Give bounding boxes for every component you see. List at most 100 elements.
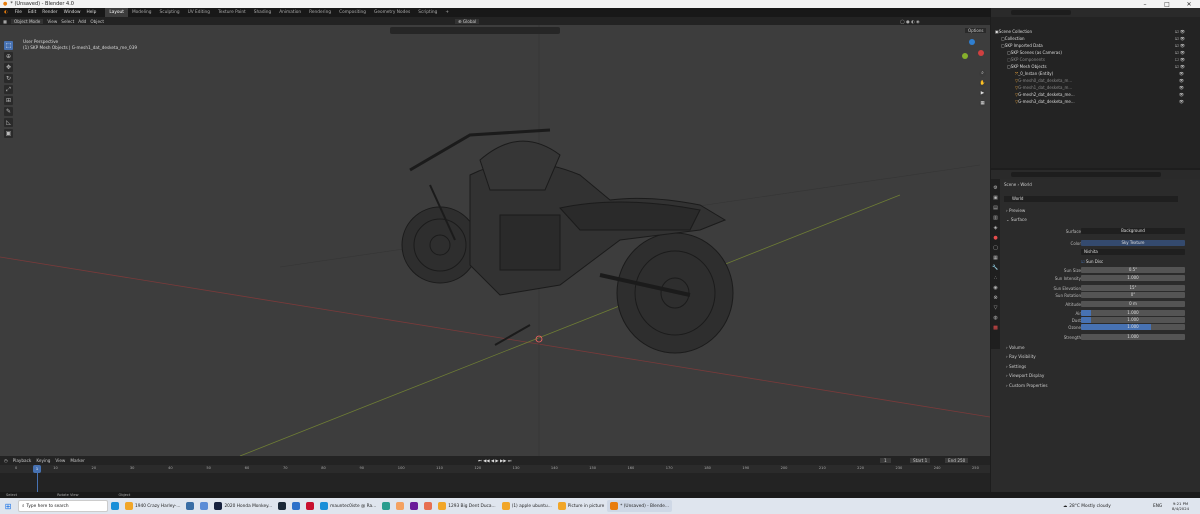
menu-add[interactable]: Add — [78, 19, 86, 24]
add-workspace-button[interactable]: + — [441, 8, 453, 17]
breadcrumb-world[interactable]: World — [1020, 182, 1031, 187]
world-tab-icon[interactable]: ● — [991, 233, 1000, 243]
sun-intensity-field[interactable]: 1.000 — [1081, 275, 1185, 281]
photos-icon[interactable] — [197, 500, 211, 512]
object-tab-icon[interactable]: ▦ — [991, 253, 1000, 263]
start-button[interactable]: ⊞ — [0, 500, 16, 512]
modifier-tab-icon[interactable]: 🔧 — [991, 263, 1000, 273]
scale-tool-icon[interactable]: ⤢ — [4, 85, 13, 94]
navigation-gizmo[interactable] — [962, 39, 986, 63]
surface-section[interactable]: ⌄ Surface — [1006, 217, 1027, 222]
outliner-row[interactable]: ▢ SKP Components — [991, 56, 1200, 63]
particles-tab-icon[interactable]: ∴ — [991, 273, 1000, 283]
visibility-toggles[interactable]: ☑ 👁 ☑ 👁 ☑ 👁 ☑ 👁 ☐ 👁 ☑ 👁 👁 👁 👁 👁 👁 — [1175, 28, 1185, 105]
taskbar-app-active[interactable]: * (Unsaved) - Blende... — [607, 500, 673, 512]
tab-uv-editing[interactable]: UV Editing — [184, 8, 214, 17]
taskbar-app[interactable]: mauntec0iste @ Ra... — [317, 500, 379, 512]
output-tab-icon[interactable]: ▤ — [991, 203, 1000, 213]
custom-properties-section[interactable]: › Custom Properties — [1006, 383, 1048, 388]
frame-ruler[interactable]: 0 10 20 30 40 50 60 70 80 90 100 110 120 130 140 150 160… — [0, 465, 990, 473]
sun-disc-checkbox[interactable]: ☑ Sun Disc — [1081, 259, 1103, 264]
material-tab-icon[interactable]: ◍ — [991, 313, 1000, 323]
viewport-shading-icons[interactable]: ◯ ● ◐ ◉ — [900, 19, 920, 24]
sun-elevation-field[interactable]: 15° — [1081, 285, 1185, 291]
current-frame-field[interactable]: 1 — [880, 458, 891, 463]
tab-geometry-nodes[interactable]: Geometry Nodes — [370, 8, 414, 17]
weather-widget[interactable]: ☁ 28°C Mostly cloudy — [1060, 500, 1114, 512]
rotate-tool-icon[interactable]: ↻ — [4, 74, 13, 83]
editor-type-icon[interactable]: ◷ — [4, 458, 8, 463]
close-button[interactable]: ✕ — [1178, 0, 1200, 8]
outliner-row[interactable]: ⤧ _0_Instan (Entity) — [991, 70, 1200, 77]
ray-visibility-section[interactable]: › Ray Visibility — [1006, 354, 1036, 359]
camera-view-icon[interactable]: ▶ — [979, 90, 986, 97]
outliner-search-input[interactable] — [1011, 10, 1071, 15]
editor-type-icon[interactable]: ▦ — [3, 19, 7, 24]
transform-tool-icon[interactable]: ⊞ — [4, 96, 13, 105]
taskbar-app[interactable]: 2020 Honda Monkey... — [211, 500, 275, 512]
menu-view[interactable]: View — [47, 19, 57, 24]
pan-view-icon[interactable]: ✋ — [979, 80, 986, 87]
clock[interactable]: 9:21 PM 8/4/2024 — [1172, 501, 1189, 511]
ozone-field[interactable]: 1.000 — [1081, 324, 1185, 330]
mode-selector[interactable]: Object Mode — [10, 18, 44, 24]
taskbar-app[interactable]: 1940 Crazy Harley-... — [122, 500, 183, 512]
playback-controls[interactable]: ⏮ ◀◀ ◀ ▶ ▶▶ ⏭ — [478, 458, 512, 463]
outliner-row[interactable]: ▽ G-mesh3_dat_desketa_me... — [991, 98, 1200, 105]
move-tool-icon[interactable]: ✥ — [4, 63, 13, 72]
collection-tab-icon[interactable]: ▢ — [991, 243, 1000, 253]
preview-section[interactable]: › Preview — [1006, 208, 1025, 213]
playhead[interactable]: 1 — [33, 465, 41, 473]
scene-tab-icon[interactable]: ◈ — [991, 223, 1000, 233]
tab-sculpting[interactable]: Sculpting — [156, 8, 184, 17]
volume-section[interactable]: › Volume — [1006, 345, 1025, 350]
strength-field[interactable]: 1.000 — [1081, 334, 1185, 340]
menu-window[interactable]: Window — [61, 10, 84, 15]
store-icon[interactable] — [289, 500, 303, 512]
menu-render[interactable]: Render — [39, 10, 60, 15]
data-tab-icon[interactable]: ▽ — [991, 303, 1000, 313]
minimize-button[interactable]: – — [1134, 0, 1156, 8]
tool-tab-icon[interactable]: ⚙ — [991, 183, 1000, 193]
menu-marker[interactable]: Marker — [70, 458, 84, 463]
tab-animation[interactable]: Animation — [275, 8, 305, 17]
tab-compositing[interactable]: Compositing — [335, 8, 370, 17]
tab-layout[interactable]: Layout — [105, 8, 128, 17]
orientation-selector[interactable]: ⊕ Global — [455, 18, 480, 24]
select-box-tool-icon[interactable]: ⬚ — [4, 41, 13, 50]
menu-object[interactable]: Object — [90, 19, 104, 24]
tab-modeling[interactable]: Modeling — [128, 8, 156, 17]
blender-menu-icon[interactable]: ◐ — [0, 10, 12, 15]
world-selector[interactable]: World — [1004, 196, 1178, 202]
taskbar-app[interactable]: Picture in picture — [555, 500, 607, 512]
texture-tab-icon[interactable]: ▩ — [991, 323, 1000, 333]
altitude-field[interactable]: 0 m — [1081, 301, 1185, 307]
dust-field[interactable]: 1.000 — [1081, 317, 1185, 323]
view-layer-tab-icon[interactable]: ▥ — [991, 213, 1000, 223]
outliner-row[interactable]: ▢ SKP Imported Data — [991, 42, 1200, 49]
app-icon[interactable] — [393, 500, 407, 512]
app-icon[interactable] — [421, 500, 435, 512]
start-frame-field[interactable]: Start 1 — [910, 458, 931, 463]
app-icon[interactable] — [407, 500, 421, 512]
properties-search-input[interactable] — [1011, 172, 1161, 177]
physics-tab-icon[interactable]: ◉ — [991, 283, 1000, 293]
outliner-row[interactable]: ▢ Collection — [991, 35, 1200, 42]
mail-icon[interactable] — [183, 500, 197, 512]
outliner-row[interactable]: ▽ G-mesh2_dat_desketa_me... — [991, 91, 1200, 98]
sun-size-field[interactable]: 0.5° — [1081, 267, 1185, 273]
render-tab-icon[interactable]: ▣ — [991, 193, 1000, 203]
tab-shading[interactable]: Shading — [250, 8, 275, 17]
outliner-row[interactable]: ▢ SKP Mesh Objects — [991, 63, 1200, 70]
zoom-view-icon[interactable]: ⌕ — [979, 70, 986, 77]
menu-keying[interactable]: Keying — [36, 458, 50, 463]
app-icon[interactable] — [379, 500, 393, 512]
x-axis-gizmo-icon[interactable] — [978, 50, 984, 56]
maximize-button[interactable]: □ — [1156, 0, 1178, 8]
viewport-search-input[interactable] — [390, 27, 560, 34]
steam-icon[interactable] — [275, 500, 289, 512]
y-axis-gizmo-icon[interactable] — [962, 53, 968, 59]
viewport-display-section[interactable]: › Viewport Display — [1006, 373, 1044, 378]
outliner-row[interactable]: ▣ Scene Collection — [991, 28, 1200, 35]
menu-playback[interactable]: Playback — [13, 458, 32, 463]
